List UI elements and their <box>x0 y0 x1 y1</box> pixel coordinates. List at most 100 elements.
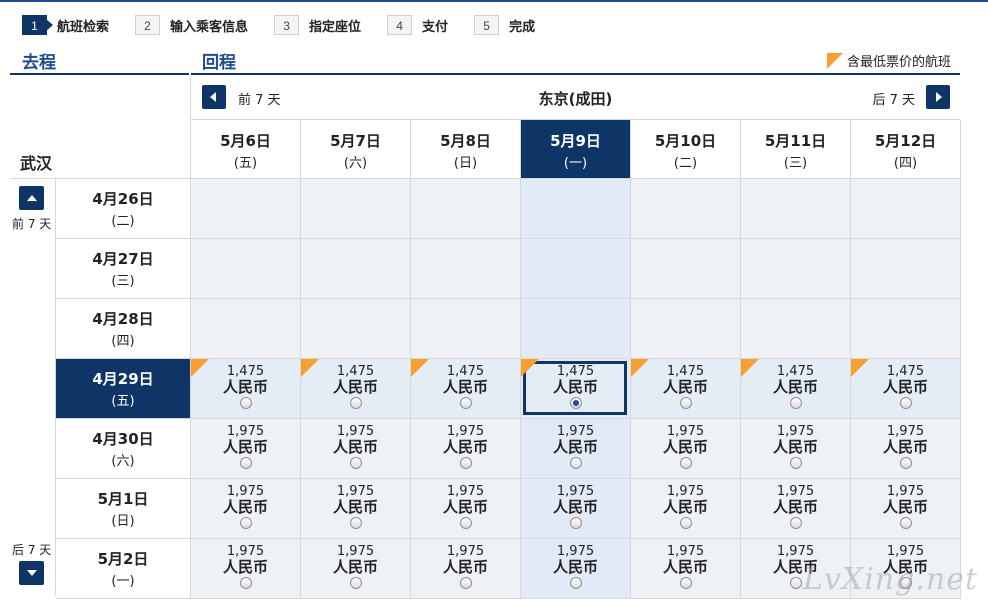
fare-cell[interactable]: 1,975 人民币 <box>411 539 521 599</box>
return-weekday: (四) <box>893 156 918 171</box>
fare-radio[interactable] <box>459 457 472 469</box>
fare-currency: 人民币 <box>772 498 818 516</box>
outbound-date-header[interactable]: 4月26日 (二) <box>56 179 191 239</box>
fare-radio[interactable] <box>459 577 472 589</box>
lowest-fare-flag-icon <box>741 359 759 377</box>
fare-cell[interactable]: 1,975 人民币 <box>631 479 741 539</box>
fare-cell[interactable]: 1,475 人民币 <box>631 359 741 419</box>
return-date-header[interactable]: 5月12日 (四) <box>851 120 961 179</box>
fare-cell[interactable]: 1,975 人民币 <box>411 479 521 539</box>
step-2[interactable]: 2 输入乘客信息 <box>135 15 248 35</box>
fare-cell[interactable]: 1,975 人民币 <box>631 539 741 599</box>
fare-cell[interactable]: 1,475 人民币 <box>411 359 521 419</box>
fare-cell[interactable]: 1,475 人民币 <box>851 359 961 419</box>
prev-week-outbound-button[interactable] <box>19 186 44 210</box>
fare-cell[interactable]: 1,975 人民币 <box>851 479 961 539</box>
fare-cell[interactable]: 1,975 人民币 <box>521 479 631 539</box>
fare-cell[interactable]: 1,975 人民币 <box>631 419 741 479</box>
outbound-date-header[interactable]: 4月27日 (三) <box>56 239 191 299</box>
step-label: 完成 <box>509 19 536 35</box>
step-1[interactable]: 1 航班检索 <box>22 15 109 35</box>
prev-week-outbound-label[interactable]: 前 7 天 <box>12 215 51 232</box>
outbound-date-header[interactable]: 5月1日 (日) <box>56 479 191 539</box>
fare-cell[interactable]: 1,975 人民币 <box>521 539 631 599</box>
outbound-date-header[interactable]: 5月2日 (一) <box>56 539 191 599</box>
next-week-outbound-button[interactable] <box>19 561 44 585</box>
fare-radio[interactable] <box>899 397 912 409</box>
return-date-header[interactable]: 5月6日 (五) <box>191 120 301 179</box>
fare-radio[interactable] <box>569 577 582 589</box>
step-number: 1 <box>22 15 53 35</box>
fare-cell[interactable]: 1,475 人民币 <box>301 359 411 419</box>
fare-radio[interactable] <box>899 517 912 529</box>
fare-cell[interactable]: 1,975 人民币 <box>851 419 961 479</box>
fare-price: 1,975 <box>336 424 375 439</box>
empty-fare-cell <box>521 179 631 239</box>
fare-radio[interactable] <box>569 517 582 529</box>
fare-radio[interactable] <box>459 517 472 529</box>
fare-radio[interactable] <box>569 397 582 409</box>
outbound-date-header[interactable]: 4月28日 (四) <box>56 299 191 359</box>
return-title: 回程 <box>202 53 236 73</box>
fare-cell[interactable]: 1,475 人民币 <box>191 359 301 419</box>
fare-radio[interactable] <box>239 517 252 529</box>
fare-cell[interactable]: 1,975 人民币 <box>741 419 851 479</box>
fare-radio[interactable] <box>679 457 692 469</box>
fare-cell[interactable]: 1,975 人民币 <box>191 419 301 479</box>
return-date: 5月11日 <box>764 132 827 150</box>
step-number: 4 <box>387 15 413 35</box>
fare-cell[interactable]: 1,475 人民币 <box>741 359 851 419</box>
fare-price: 1,975 <box>446 544 485 559</box>
empty-fare-cell <box>411 239 521 299</box>
fare-cell[interactable]: 1,975 人民币 <box>191 539 301 599</box>
fare-cell[interactable]: 1,475 人民币 <box>521 359 631 419</box>
fare-radio[interactable] <box>239 577 252 589</box>
outbound-weekday: (日) <box>111 514 135 529</box>
next-week-return-label[interactable]: 后 7 天 <box>872 89 915 108</box>
step-4[interactable]: 4 支付 <box>387 15 448 35</box>
empty-fare-cell <box>521 299 631 359</box>
fare-radio[interactable] <box>349 397 362 409</box>
fare-radio[interactable] <box>789 397 802 409</box>
fare-radio[interactable] <box>239 457 252 469</box>
fare-radio[interactable] <box>459 397 472 409</box>
fare-cell[interactable]: 1,975 人民币 <box>191 479 301 539</box>
fare-radio[interactable] <box>679 577 692 589</box>
return-weekday: (五) <box>233 156 258 171</box>
fare-cell[interactable]: 1,975 人民币 <box>521 419 631 479</box>
outbound-date: 4月28日 <box>92 310 154 328</box>
fare-currency: 人民币 <box>332 438 378 456</box>
fare-radio[interactable] <box>239 397 252 409</box>
return-date-header[interactable]: 5月11日 (三) <box>741 120 851 179</box>
fare-radio[interactable] <box>679 397 692 409</box>
fare-radio[interactable] <box>349 457 362 469</box>
fare-price: 1,975 <box>226 424 265 439</box>
step-label: 指定座位 <box>309 19 362 35</box>
return-date-header[interactable]: 5月10日 (二) <box>631 120 741 179</box>
fare-radio[interactable] <box>569 457 582 469</box>
empty-fare-cell <box>741 299 851 359</box>
fare-radio[interactable] <box>349 577 362 589</box>
fare-radio[interactable] <box>349 517 362 529</box>
fare-cell[interactable]: 1,975 人民币 <box>741 479 851 539</box>
fare-cell[interactable]: 1,975 人民币 <box>301 479 411 539</box>
fare-radio[interactable] <box>789 577 802 589</box>
return-date-header[interactable]: 5月9日 (一) <box>521 120 631 179</box>
fare-radio[interactable] <box>679 517 692 529</box>
fare-cell[interactable]: 1,975 人民币 <box>411 419 521 479</box>
fare-price: 1,975 <box>446 484 485 499</box>
fare-cell[interactable]: 1,975 人民币 <box>301 539 411 599</box>
fare-price: 1,975 <box>226 544 265 559</box>
outbound-date-header[interactable]: 4月29日 (五) <box>56 359 191 419</box>
fare-radio[interactable] <box>899 457 912 469</box>
fare-cell[interactable]: 1,975 人民币 <box>301 419 411 479</box>
outbound-date-header[interactable]: 4月30日 (六) <box>56 419 191 479</box>
step-3[interactable]: 3 指定座位 <box>274 15 361 35</box>
return-date-header[interactable]: 5月7日 (六) <box>301 120 411 179</box>
step-5[interactable]: 5 完成 <box>474 15 535 35</box>
fare-radio[interactable] <box>789 457 802 469</box>
next-week-outbound-label[interactable]: 后 7 天 <box>12 541 51 558</box>
return-date-header[interactable]: 5月8日 (日) <box>411 120 521 179</box>
fare-radio[interactable] <box>789 517 802 529</box>
next-week-return-button[interactable] <box>926 85 950 109</box>
